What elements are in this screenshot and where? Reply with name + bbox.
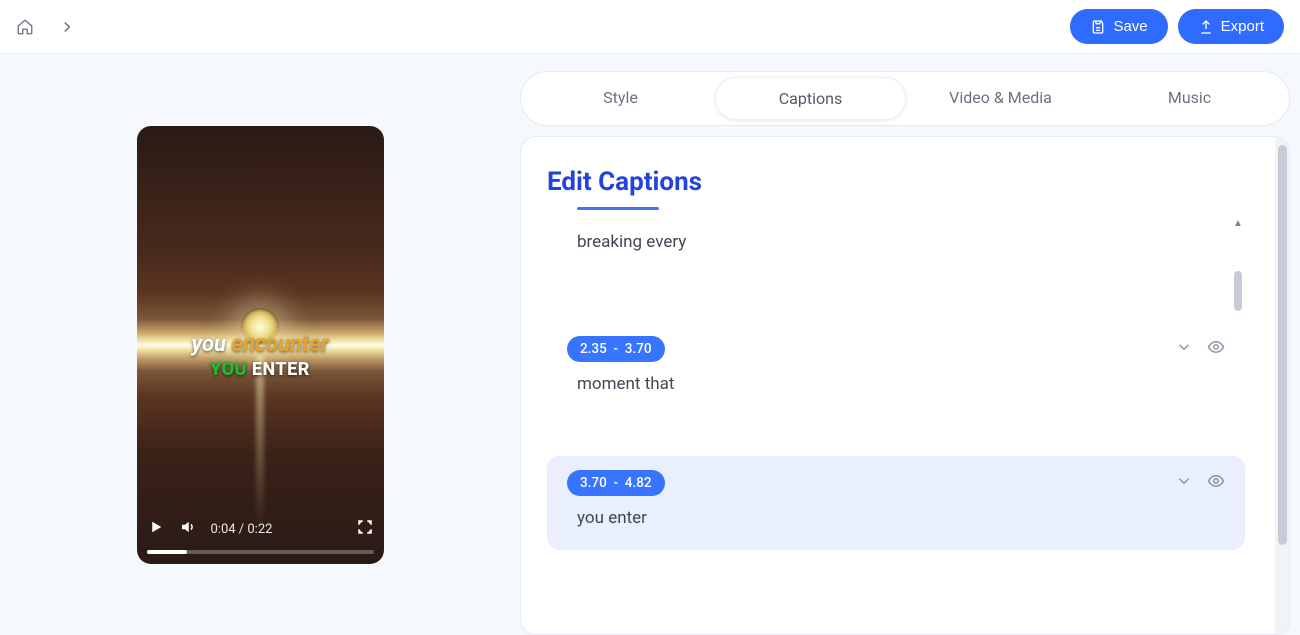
top-bar-left [16,18,76,36]
volume-icon[interactable] [179,518,197,540]
chevron-right-icon[interactable] [58,18,76,36]
scroll-up-icon[interactable]: ▲ [1233,219,1243,229]
inner-scroll-thumb[interactable] [1234,271,1242,311]
top-bar-right: Save Export [1070,9,1284,44]
video-preview[interactable]: you encounter YOU ENTER 0:04 / 0:22 [137,126,384,564]
eye-icon[interactable] [1207,338,1225,360]
caption-overlay: you encounter YOU ENTER [137,332,384,380]
time-badge[interactable]: 3.70 - 4.82 [567,470,665,496]
save-icon [1090,19,1106,35]
segment-text: moment that [567,374,1225,394]
outer-scroll-thumb[interactable] [1278,145,1287,545]
video-controls: 0:04 / 0:22 [147,518,374,554]
caption-segment-active[interactable]: 3.70 - 4.82 you enter [547,456,1245,550]
segment-divider [577,207,659,210]
caption-segment[interactable]: 2.35 - 3.70 moment that [547,322,1245,416]
tab-bar: Style Captions Video & Media Music [520,71,1290,126]
inner-scrollbar[interactable]: ▲ [1233,219,1243,612]
chevron-down-icon[interactable] [1175,338,1193,360]
save-label: Save [1113,18,1147,35]
eye-icon[interactable] [1207,472,1225,494]
save-button[interactable]: Save [1070,9,1167,44]
caption-line-1: you encounter [137,332,384,357]
preview-column: you encounter YOU ENTER 0:04 / 0:22 [0,54,520,635]
export-icon [1198,19,1214,35]
export-button[interactable]: Export [1178,9,1284,44]
tab-style[interactable]: Style [526,77,715,120]
progress-fill [147,550,188,554]
video-scene-reflection [256,354,264,529]
main-area: you encounter YOU ENTER 0:04 / 0:22 [0,54,1300,635]
chevron-down-icon[interactable] [1175,472,1193,494]
caption-list: breaking every 2.35 - 3.70 [547,207,1245,624]
progress-bar[interactable] [147,550,374,554]
tab-music[interactable]: Music [1095,77,1284,120]
segment-text: breaking every [577,232,1245,252]
editor-panel: Edit Captions breaking every 2.35 - 3.70 [520,136,1290,635]
top-bar: Save Export [0,0,1300,54]
home-icon[interactable] [16,18,34,36]
caption-segment-prev[interactable]: breaking every [547,207,1245,252]
editor-title: Edit Captions [547,167,1245,197]
editor-inner: Edit Captions breaking every 2.35 - 3.70 [521,137,1271,634]
play-icon[interactable] [147,518,165,540]
tab-video-media[interactable]: Video & Media [906,77,1095,120]
time-display: 0:04 / 0:22 [211,522,273,537]
segment-text: you enter [567,508,1225,528]
tab-captions[interactable]: Captions [715,77,906,120]
outer-scrollbar[interactable] [1275,137,1289,634]
caption-line-2: YOU ENTER [137,359,384,380]
panel-column: Style Captions Video & Media Music Edit … [520,54,1300,635]
time-badge[interactable]: 2.35 - 3.70 [567,336,665,362]
fullscreen-icon[interactable] [356,518,374,540]
export-label: Export [1221,18,1264,35]
